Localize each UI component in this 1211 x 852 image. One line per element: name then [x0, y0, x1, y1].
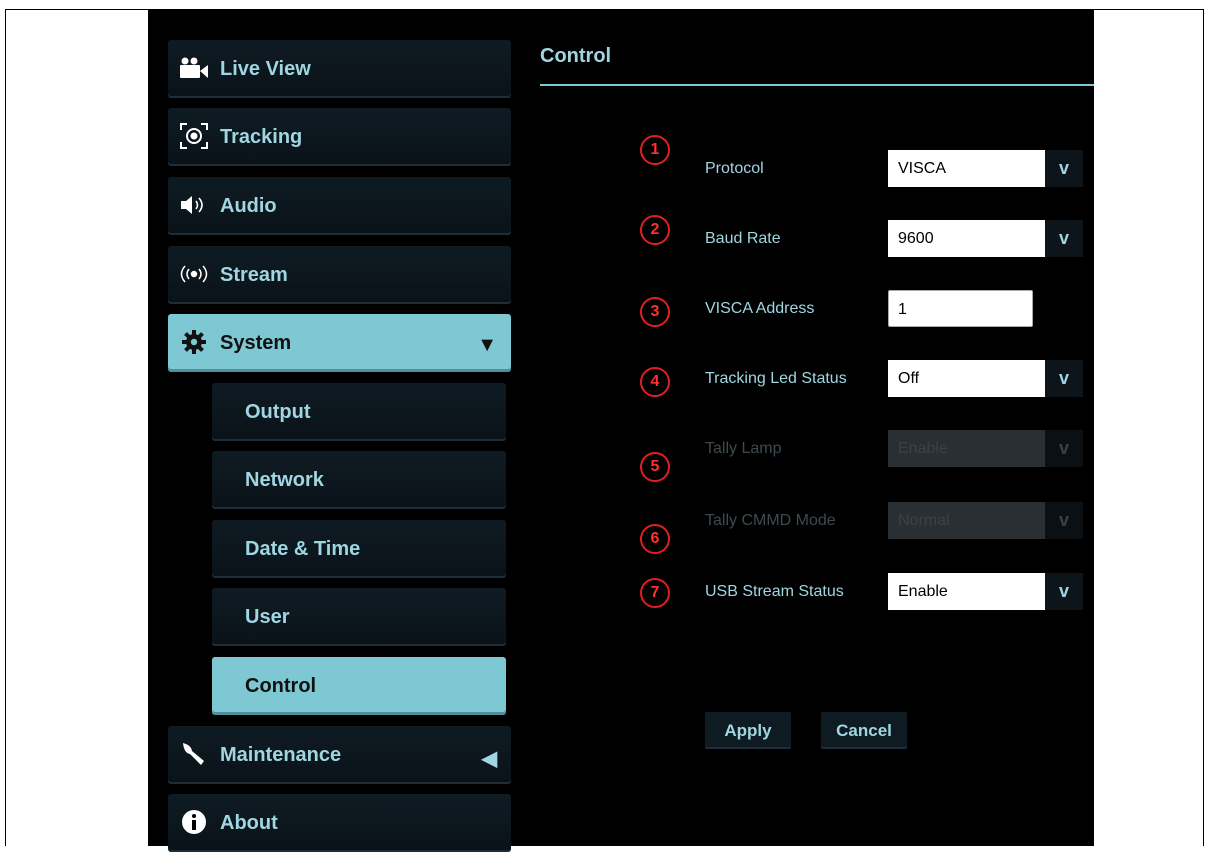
protocol-label: Protocol — [705, 160, 764, 177]
callout-badge: 4 — [640, 367, 670, 397]
chevron-down-icon: v — [1045, 220, 1083, 257]
sidebar-item-system[interactable]: System ▼ — [168, 314, 511, 372]
callout-badge: 7 — [640, 578, 670, 608]
tracking-led-value: Off — [898, 370, 920, 387]
cancel-button[interactable]: Cancel — [821, 712, 907, 749]
sidebar-subitem-label: Output — [245, 401, 311, 423]
sidebar-item-label: Maintenance — [220, 744, 342, 766]
visca-address-label: VISCA Address — [705, 300, 815, 317]
title-divider — [540, 84, 1094, 86]
info-icon — [178, 808, 210, 836]
visca-address-field[interactable]: 1 — [888, 290, 1033, 327]
tracking-target-icon — [178, 122, 210, 150]
baud-rate-select[interactable]: 9600 v — [888, 220, 1083, 257]
tally-cmmd-select: Normal v — [888, 502, 1083, 539]
sidebar-subitem-label: Network — [245, 469, 324, 491]
usb-stream-select[interactable]: Enable v — [888, 573, 1083, 610]
tally-lamp-select: Enable v — [888, 430, 1083, 467]
chevron-down-icon: v — [1045, 360, 1083, 397]
sidebar-item-about[interactable]: About — [168, 794, 511, 852]
tracking-led-label: Tracking Led Status — [705, 370, 847, 387]
baud-rate-value: 9600 — [898, 230, 934, 247]
usb-stream-label: USB Stream Status — [705, 583, 844, 600]
chevron-down-icon: v — [1045, 150, 1083, 187]
sidebar-item-maintenance[interactable]: Maintenance ◀ — [168, 726, 511, 784]
chevron-down-icon: v — [1045, 430, 1083, 467]
sidebar-item-label: Stream — [220, 264, 288, 286]
app-window: Live View Tracking Audio Stream System ▼… — [148, 10, 1094, 852]
sidebar-item-audio[interactable]: Audio — [168, 177, 511, 235]
sidebar-item-tracking[interactable]: Tracking — [168, 108, 511, 166]
sidebar-item-live-view[interactable]: Live View — [168, 40, 511, 98]
page-title: Control — [540, 45, 612, 67]
callout-badge: 5 — [640, 452, 670, 482]
wrench-icon — [178, 740, 210, 768]
video-camera-icon — [178, 54, 210, 82]
chevron-left-icon: ◀ — [481, 748, 497, 770]
tally-lamp-value: Enable — [898, 440, 948, 457]
tally-lamp-label: Tally Lamp — [705, 440, 782, 457]
callout-badge: 1 — [640, 135, 670, 165]
sidebar-item-label: Live View — [220, 58, 311, 80]
baud-rate-label: Baud Rate — [705, 230, 781, 247]
tally-cmmd-value: Normal — [898, 512, 950, 529]
tracking-led-select[interactable]: Off v — [888, 360, 1083, 397]
sidebar-item-label: System — [220, 332, 292, 354]
tally-cmmd-label: Tally CMMD Mode — [705, 512, 836, 529]
gear-icon — [178, 328, 210, 356]
chevron-down-icon: v — [1045, 573, 1083, 610]
sidebar-item-stream[interactable]: Stream — [168, 246, 511, 304]
protocol-value: VISCA — [898, 160, 947, 177]
sidebar-item-label: Audio — [220, 195, 277, 217]
sidebar-subitem-label: Control — [245, 675, 317, 697]
callout-badge: 6 — [640, 524, 670, 554]
sidebar-item-label: Tracking — [220, 126, 303, 148]
apply-button[interactable]: Apply — [705, 712, 791, 749]
sidebar-subitem-user[interactable]: User — [212, 588, 506, 646]
callout-badge: 2 — [640, 215, 670, 245]
sidebar-subitem-label: User — [245, 606, 290, 628]
chevron-down-icon: ▼ — [477, 334, 497, 356]
sidebar-subitem-label: Date & Time — [245, 538, 361, 560]
sidebar-subitem-control[interactable]: Control — [212, 657, 506, 715]
chevron-down-icon: v — [1045, 502, 1083, 539]
visca-address-value: 1 — [898, 301, 907, 318]
sidebar-subitem-date-time[interactable]: Date & Time — [212, 520, 506, 578]
broadcast-icon — [178, 260, 210, 288]
callout-badge: 3 — [640, 297, 670, 327]
sidebar-subitem-network[interactable]: Network — [212, 451, 506, 509]
sidebar-item-label: About — [220, 812, 278, 834]
speaker-icon — [178, 191, 210, 219]
usb-stream-value: Enable — [898, 583, 948, 600]
protocol-select[interactable]: VISCA v — [888, 150, 1083, 187]
sidebar-subitem-output[interactable]: Output — [212, 383, 506, 441]
